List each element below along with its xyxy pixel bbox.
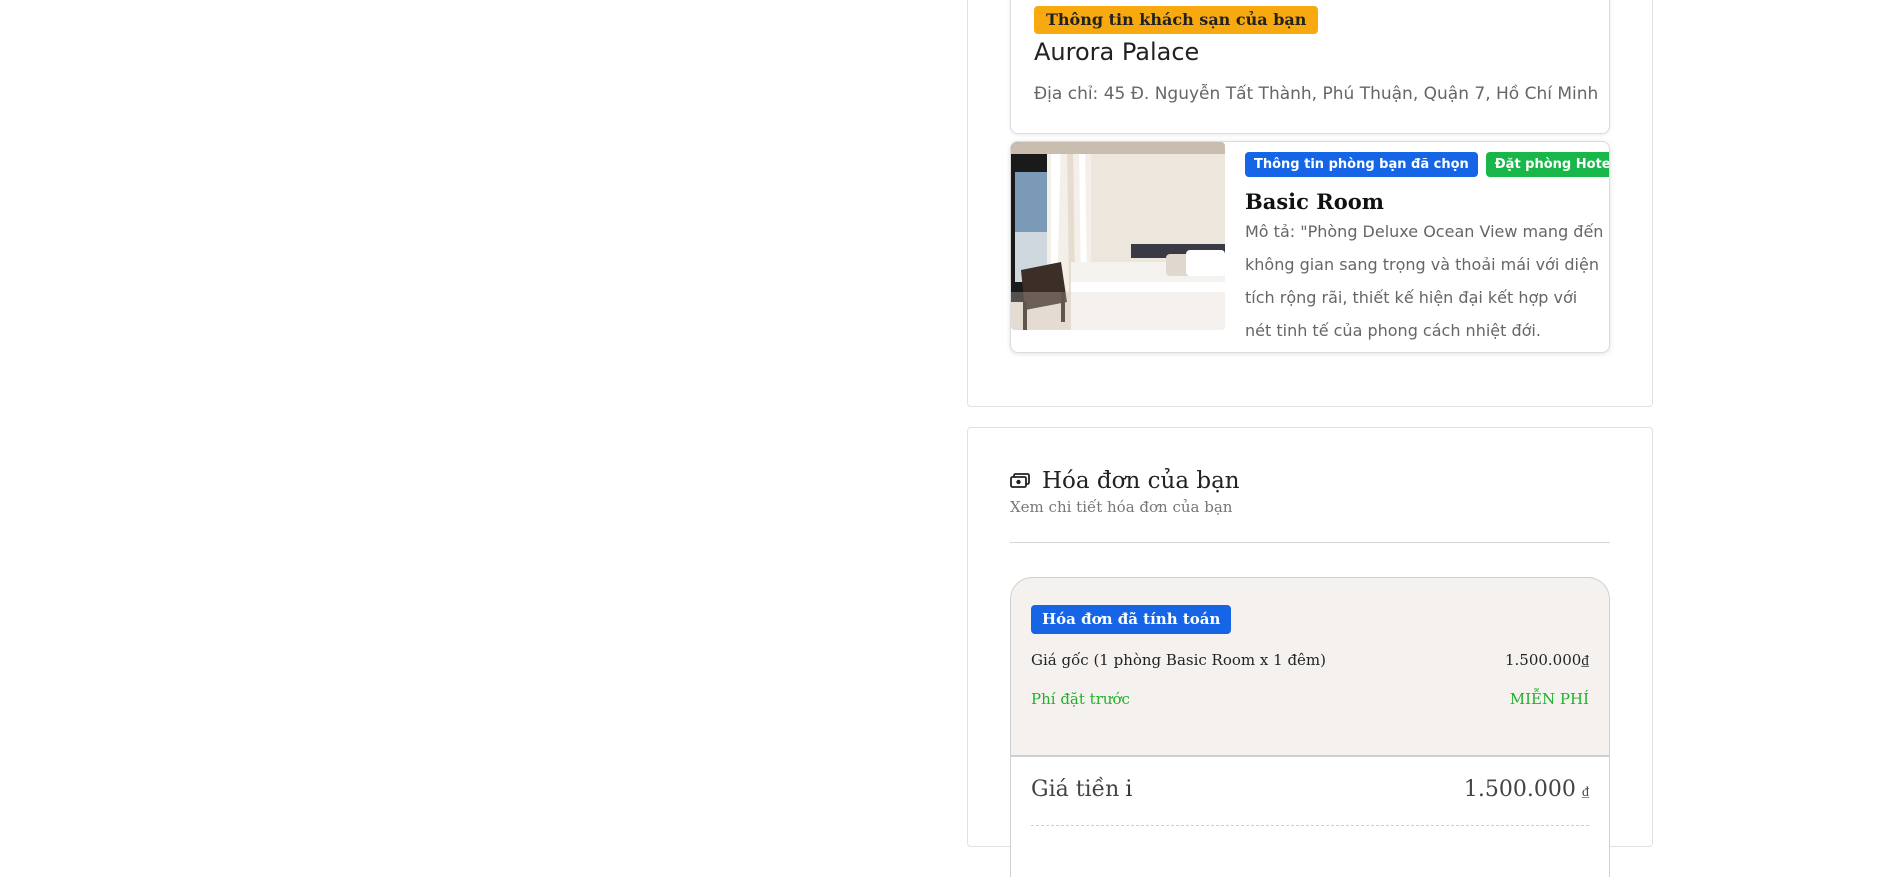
invoice-card: Hóa đơn của bạn Xem chi tiết hóa đơn của…	[967, 427, 1653, 887]
total-label: Giá tiền	[1031, 777, 1120, 802]
original-price-value: 1.500.000₫	[1504, 651, 1589, 669]
hotel-name: Aurora Palace	[1034, 38, 1200, 66]
total-currency: ₫	[1581, 784, 1589, 800]
invoice-subtitle: Xem chi tiết hóa đơn của bạn	[1010, 498, 1233, 516]
invoice-header: Hóa đơn của bạn Xem chi tiết hóa đơn của…	[1010, 468, 1610, 516]
bill-icon	[1010, 473, 1030, 489]
room-description: Mô tả: "Phòng Deluxe Ocean View mang đến…	[1245, 222, 1604, 340]
info-icon[interactable]: i	[1125, 777, 1132, 802]
total-label-group: Giá tiền i	[1031, 777, 1132, 802]
invoice-breakdown: Hóa đơn đã tính toán Giá gốc (1 phòng Ba…	[1010, 577, 1610, 887]
total-value: 1.500.000	[1463, 777, 1576, 802]
calculated-invoice-badge: Hóa đơn đã tính toán	[1031, 605, 1232, 634]
room-photo	[1011, 142, 1225, 330]
invoice-title-row: Hóa đơn của bạn	[1010, 468, 1610, 494]
selected-room-badge: Thông tin phòng bạn đã chọn	[1245, 152, 1478, 177]
booking-fee-label: Phí đặt trước	[1031, 690, 1130, 708]
hotel-room-card: Thông tin khách sạn của bạn Aurora Palac…	[967, 0, 1653, 407]
hotel-info-panel: Thông tin khách sạn của bạn Aurora Palac…	[1010, 0, 1610, 134]
total-value-group: 1.500.000 ₫	[1464, 777, 1589, 802]
original-price-label: Giá gốc (1 phòng Basic Room x 1 đêm)	[1031, 651, 1326, 669]
hotelas-badge: Đặt phòng Hotelas	[1485, 152, 1609, 177]
hotel-info-badge: Thông tin khách sạn của bạn	[1034, 6, 1319, 34]
booking-fee-value: MIỄN PHÍ	[1509, 690, 1589, 708]
room-name: Basic Room	[1245, 189, 1384, 214]
total-section: Giá tiền i 1.500.000 ₫	[1011, 755, 1609, 887]
hotel-address: Địa chỉ: 45 Đ. Nguyễn Tất Thành, Phú Thu…	[1034, 84, 1599, 104]
invoice-divider	[1010, 542, 1610, 543]
total-dashed-divider	[1031, 825, 1589, 826]
invoice-title: Hóa đơn của bạn	[1042, 468, 1240, 494]
room-badges: Thông tin phòng bạn đã chọn Đặt phòng Hot…	[1245, 152, 1609, 177]
booking-fee-row: Phí đặt trước MIỄN PHÍ	[1031, 690, 1589, 708]
original-price-row: Giá gốc (1 phòng Basic Room x 1 đêm) 1.5…	[1031, 651, 1589, 670]
total-row: Giá tiền i 1.500.000 ₫	[1031, 777, 1589, 802]
selected-room-panel: Thông tin phòng bạn đã chọn Đặt phòng Hot…	[1010, 141, 1610, 353]
